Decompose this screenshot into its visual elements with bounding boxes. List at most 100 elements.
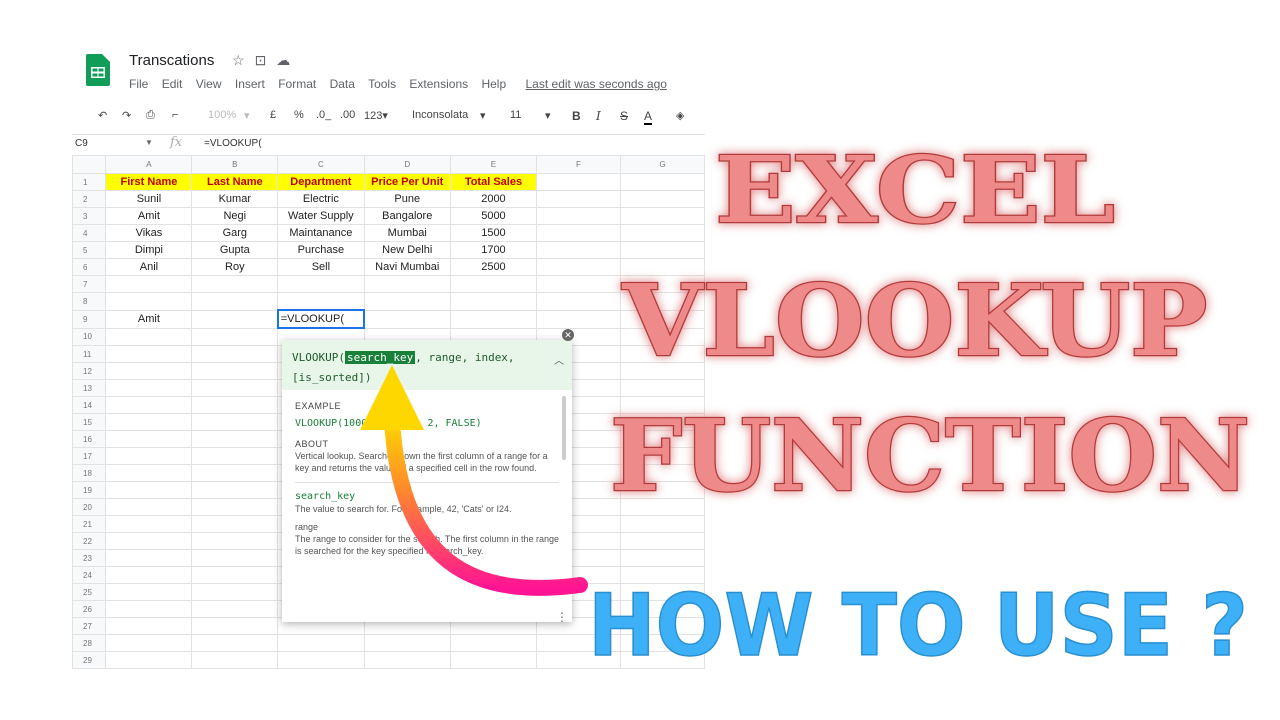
row-header[interactable]: 6 [72, 258, 107, 276]
cell[interactable] [105, 430, 193, 448]
row-header[interactable]: 15 [72, 413, 107, 431]
tooltip-scrollbar[interactable] [562, 396, 566, 460]
row-header[interactable]: 5 [72, 241, 107, 259]
cell[interactable]: 2000 [449, 190, 537, 208]
row-header[interactable]: 1 [72, 173, 107, 191]
cell[interactable] [535, 634, 621, 652]
cell[interactable]: 1500 [449, 224, 537, 242]
cell[interactable] [191, 651, 279, 669]
cell[interactable]: Anil [105, 258, 193, 276]
formula-input[interactable]: =VLOOKUP( [204, 138, 262, 149]
cell[interactable] [191, 600, 279, 618]
cell[interactable]: Negi [191, 207, 279, 225]
row-header[interactable]: 26 [72, 600, 107, 618]
more-formats-button[interactable]: 123▾ [364, 109, 388, 122]
cell[interactable] [619, 464, 705, 482]
cell[interactable] [191, 617, 279, 635]
column-header-d[interactable]: D [363, 155, 451, 174]
cell[interactable]: Pune [363, 190, 451, 208]
row-header[interactable]: 29 [72, 651, 107, 669]
header-cell[interactable]: Price Per Unit [363, 173, 451, 191]
cell[interactable] [105, 498, 193, 516]
cell[interactable] [535, 651, 621, 669]
cell[interactable] [619, 345, 705, 363]
cell[interactable] [619, 600, 705, 618]
bold-button[interactable]: B [572, 109, 581, 123]
column-header-g[interactable]: G [619, 155, 705, 174]
row-header[interactable]: 22 [72, 532, 107, 550]
italic-button[interactable]: I [596, 109, 601, 123]
cell[interactable] [619, 327, 705, 346]
cell[interactable] [619, 396, 705, 414]
row-header[interactable]: 13 [72, 379, 107, 397]
more-options-icon[interactable]: ⋮ [556, 610, 568, 624]
select-all-corner[interactable] [72, 155, 107, 174]
column-header-f[interactable]: F [535, 155, 621, 174]
row-header[interactable]: 8 [72, 292, 107, 311]
text-color-button[interactable]: A [644, 109, 653, 125]
cell[interactable] [363, 292, 451, 311]
cell[interactable] [619, 190, 705, 208]
cell[interactable] [105, 447, 193, 465]
undo-icon[interactable]: ↶ [98, 109, 107, 122]
cell[interactable]: Mumbai [363, 224, 451, 242]
menu-extensions[interactable]: Extensions [409, 77, 468, 91]
menu-insert[interactable]: Insert [235, 77, 265, 91]
row-header[interactable]: 24 [72, 566, 107, 584]
cell[interactable]: Sunil [105, 190, 193, 208]
cell[interactable] [619, 481, 705, 499]
cell[interactable] [535, 258, 621, 276]
cell[interactable] [191, 481, 279, 499]
row-header[interactable]: 23 [72, 549, 107, 567]
document-title[interactable]: Transcations [129, 52, 214, 69]
cell[interactable] [191, 515, 279, 533]
row-header[interactable]: 27 [72, 617, 107, 635]
cell[interactable] [105, 292, 193, 311]
row-header[interactable]: 12 [72, 362, 107, 380]
cell[interactable] [105, 617, 193, 635]
currency-button[interactable]: £ [270, 109, 276, 121]
row-header[interactable]: 18 [72, 464, 107, 482]
cell[interactable] [105, 327, 193, 346]
cell[interactable] [619, 549, 705, 567]
cell[interactable] [191, 447, 279, 465]
cell[interactable]: 5000 [449, 207, 537, 225]
redo-icon[interactable]: ↷ [122, 109, 131, 122]
cell[interactable] [449, 634, 537, 652]
cell[interactable]: 2500 [449, 258, 537, 276]
cell[interactable] [105, 481, 193, 499]
font-size-select[interactable]: 11 [510, 109, 521, 121]
cell[interactable]: 1700 [449, 241, 537, 259]
menu-format[interactable]: Format [278, 77, 316, 91]
header-cell[interactable]: Total Sales [449, 173, 537, 191]
cell[interactable]: Vikas [105, 224, 193, 242]
menu-help[interactable]: Help [481, 77, 506, 91]
cell[interactable]: Amit [105, 207, 193, 225]
cell[interactable]: Navi Mumbai [363, 258, 451, 276]
cell[interactable] [363, 275, 451, 293]
cell[interactable] [619, 309, 705, 329]
column-header-b[interactable]: B [191, 155, 279, 174]
cell[interactable] [191, 396, 279, 414]
cell[interactable] [535, 309, 621, 329]
name-box[interactable]: C9 [75, 138, 88, 149]
cell[interactable] [191, 430, 279, 448]
header-cell[interactable]: Last Name [191, 173, 279, 191]
cell-a9[interactable]: Amit [105, 309, 193, 329]
cell[interactable] [105, 549, 193, 567]
cell[interactable]: Dimpi [105, 241, 193, 259]
cell[interactable] [191, 362, 279, 380]
paint-format-icon[interactable]: ⌐ [172, 109, 178, 121]
menu-data[interactable]: Data [330, 77, 355, 91]
row-header[interactable]: 16 [72, 430, 107, 448]
cell[interactable] [363, 651, 451, 669]
font-dropdown-icon[interactable]: ▾ [480, 109, 486, 122]
font-size-dropdown-icon[interactable]: ▾ [545, 109, 551, 122]
cell[interactable] [619, 275, 705, 293]
menu-tools[interactable]: Tools [368, 77, 396, 91]
cell[interactable] [105, 634, 193, 652]
row-header[interactable]: 10 [72, 327, 107, 346]
cell[interactable] [619, 413, 705, 431]
print-icon[interactable]: ⎙ [146, 109, 155, 122]
row-header[interactable]: 2 [72, 190, 107, 208]
